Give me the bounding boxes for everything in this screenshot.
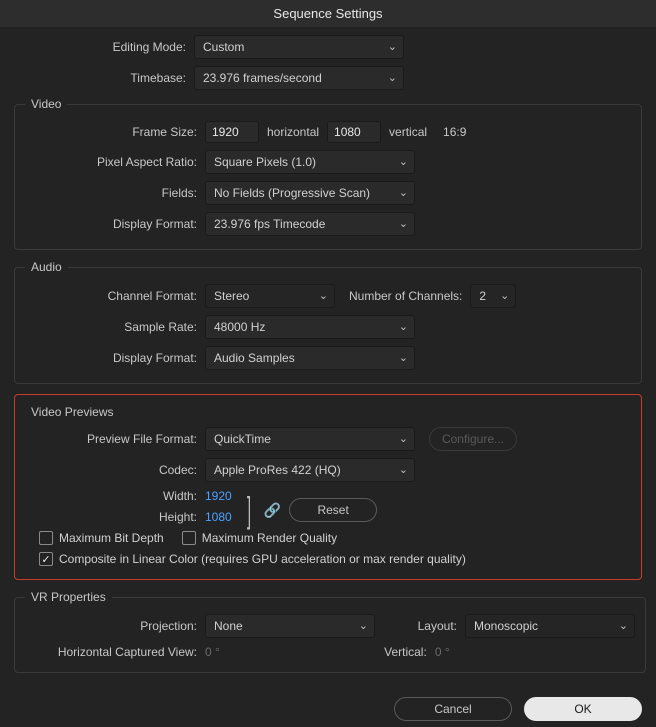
- frame-width-input[interactable]: [205, 121, 259, 143]
- channel-format-select: Stereo⌄: [205, 284, 335, 308]
- chevron-down-icon: ⌄: [500, 289, 509, 302]
- vertical-label: Vertical:: [220, 645, 435, 659]
- max-render-quality-checkbox[interactable]: Maximum Render Quality: [182, 531, 337, 545]
- chevron-down-icon: ⌄: [388, 40, 397, 53]
- bracket-icon: ]: [247, 499, 251, 521]
- frame-size-label: Frame Size:: [25, 125, 205, 139]
- chevron-down-icon: ⌄: [399, 351, 408, 364]
- video-group: Video Frame Size: horizontal vertical 16…: [14, 97, 642, 250]
- window-title: Sequence Settings: [0, 0, 656, 27]
- chevron-down-icon: ⌄: [388, 71, 397, 84]
- sample-rate-select[interactable]: 48000 Hz⌄: [205, 315, 415, 339]
- editing-mode-label: Editing Mode:: [14, 40, 194, 54]
- layout-select: Monoscopic⌄: [465, 614, 635, 638]
- checkbox-icon: [182, 531, 196, 545]
- hcv-label: Horizontal Captured View:: [25, 645, 205, 659]
- editing-mode-select[interactable]: Custom⌄: [194, 35, 404, 59]
- ok-button[interactable]: OK: [524, 697, 642, 721]
- checkbox-icon: [39, 531, 53, 545]
- audio-group: Audio Channel Format: Stereo⌄ Number of …: [14, 260, 642, 384]
- projection-label: Projection:: [25, 619, 205, 633]
- chevron-down-icon: ⌄: [619, 619, 628, 632]
- chevron-down-icon: ⌄: [319, 289, 328, 302]
- preview-height-label: Height:: [25, 510, 205, 524]
- codec-select[interactable]: Apple ProRes 422 (HQ)⌄: [205, 458, 415, 482]
- video-group-title: Video: [25, 97, 67, 111]
- timebase-label: Timebase:: [14, 71, 194, 85]
- preview-width-label: Width:: [25, 489, 205, 503]
- projection-select[interactable]: None⌄: [205, 614, 375, 638]
- chevron-down-icon: ⌄: [399, 463, 408, 476]
- chevron-down-icon: ⌄: [399, 320, 408, 333]
- video-previews-group: Video Previews Preview File Format: Quic…: [14, 394, 642, 580]
- chevron-down-icon: ⌄: [399, 217, 408, 230]
- preview-file-format-select[interactable]: QuickTime⌄: [205, 427, 415, 451]
- preview-height-value[interactable]: 1080: [205, 510, 232, 524]
- channel-format-label: Channel Format:: [25, 289, 205, 303]
- vertical-label: vertical: [389, 125, 427, 139]
- reset-button[interactable]: Reset: [289, 498, 377, 522]
- audio-display-format-select[interactable]: Audio Samples⌄: [205, 346, 415, 370]
- par-label: Pixel Aspect Ratio:: [25, 155, 205, 169]
- fields-select[interactable]: No Fields (Progressive Scan)⌄: [205, 181, 415, 205]
- sample-rate-label: Sample Rate:: [25, 320, 205, 334]
- vr-group: VR Properties Projection: None⌄ Layout: …: [14, 590, 646, 673]
- audio-group-title: Audio: [25, 260, 68, 274]
- display-format-label: Display Format:: [25, 217, 205, 231]
- horizontal-label: horizontal: [267, 125, 319, 139]
- timebase-select[interactable]: 23.976 frames/second⌄: [194, 66, 404, 90]
- preview-file-format-label: Preview File Format:: [25, 432, 205, 446]
- video-previews-title: Video Previews: [25, 405, 120, 419]
- codec-label: Codec:: [25, 463, 205, 477]
- vertical-value: 0 °: [435, 645, 450, 659]
- composite-linear-color-checkbox[interactable]: Composite in Linear Color (requires GPU …: [39, 552, 466, 566]
- aspect-label: 16:9: [443, 125, 466, 139]
- num-channels-select: 2⌄: [470, 284, 516, 308]
- display-format-select[interactable]: 23.976 fps Timecode⌄: [205, 212, 415, 236]
- chevron-down-icon: ⌄: [399, 155, 408, 168]
- vr-group-title: VR Properties: [25, 590, 112, 604]
- hcv-value: 0 °: [205, 645, 220, 659]
- frame-height-input[interactable]: [327, 121, 381, 143]
- configure-button: Configure...: [429, 427, 517, 451]
- chevron-down-icon: ⌄: [359, 619, 368, 632]
- chevron-down-icon: ⌄: [399, 432, 408, 445]
- chevron-down-icon: ⌄: [399, 186, 408, 199]
- checkbox-icon: [39, 552, 53, 566]
- max-bit-depth-checkbox[interactable]: Maximum Bit Depth: [39, 531, 164, 545]
- link-icon[interactable]: 🔗: [264, 502, 281, 519]
- fields-label: Fields:: [25, 186, 205, 200]
- audio-display-format-label: Display Format:: [25, 351, 205, 365]
- cancel-button[interactable]: Cancel: [394, 697, 512, 721]
- preview-width-value[interactable]: 1920: [205, 489, 232, 503]
- layout-label: Layout:: [405, 619, 465, 633]
- num-channels-label: Number of Channels:: [349, 289, 462, 303]
- par-select[interactable]: Square Pixels (1.0)⌄: [205, 150, 415, 174]
